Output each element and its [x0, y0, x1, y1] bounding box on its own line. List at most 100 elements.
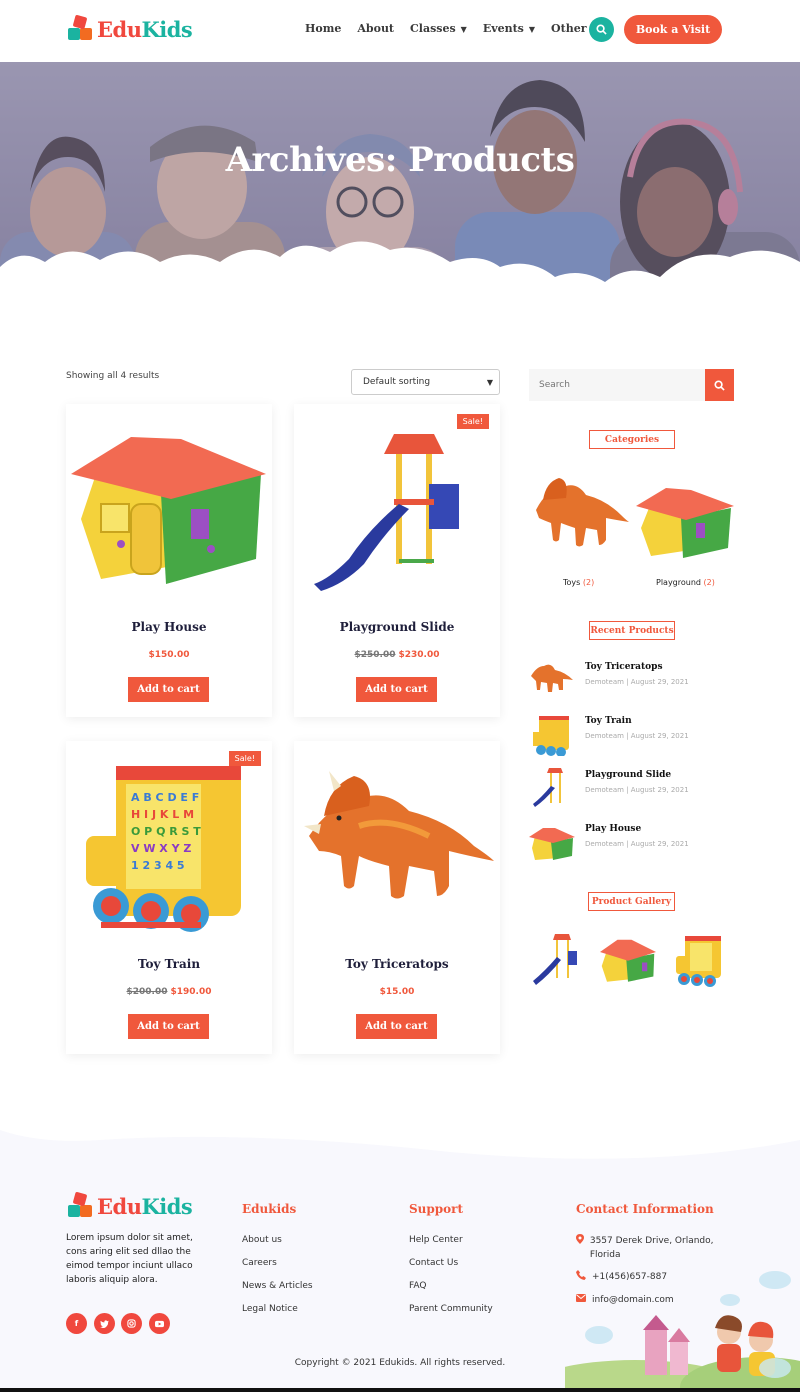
hero-kids-image [0, 62, 800, 320]
gallery-image-slide[interactable] [529, 931, 585, 987]
recent-thumb-train [533, 716, 569, 756]
site-logo[interactable]: EduKids [68, 14, 193, 42]
hero-banner: Archives: Products [0, 62, 800, 320]
svg-text:1 2 3 4 5: 1 2 3 4 5 [131, 859, 185, 872]
category-image-playground[interactable] [636, 478, 734, 558]
footer-col-support-title: Support [409, 1202, 464, 1216]
sidebar-search [529, 369, 734, 401]
facebook-icon[interactable]: f [66, 1313, 87, 1334]
product-card[interactable]: Sale! Playground Slide $250.00 $230.00 Ad… [294, 404, 500, 717]
footer-link-about-us[interactable]: About us [242, 1235, 282, 1245]
categories-title: Categories [589, 430, 675, 449]
recent-thumb-play-house [529, 828, 575, 860]
recent-product-item[interactable]: Playground Slide Demoteam | August 29, 2… [529, 766, 734, 810]
footer-link-faq[interactable]: FAQ [409, 1281, 426, 1291]
add-to-cart-button[interactable]: Add to cart [356, 677, 437, 702]
category-image-toys[interactable] [531, 470, 629, 566]
recent-product-meta: Demoteam | August 29, 2021 [585, 678, 689, 686]
recent-product-meta: Demoteam | August 29, 2021 [585, 786, 689, 794]
sale-badge: Sale! [456, 414, 489, 429]
logo-blocks-icon [68, 1191, 94, 1219]
product-image-playground-slide[interactable] [299, 409, 495, 605]
product-price: $250.00 $230.00 [354, 650, 440, 660]
product-image-play-house[interactable] [71, 409, 267, 605]
sort-select[interactable]: Default sorting ▼ [351, 369, 500, 395]
gallery-image-play-house[interactable] [600, 931, 656, 987]
search-submit-button[interactable] [705, 369, 734, 401]
footer-col-edukids-title: Edukids [242, 1202, 297, 1216]
product-price: $150.00 [148, 650, 190, 660]
product-card[interactable]: Play House $150.00 Add to cart [66, 404, 272, 717]
search-icon [596, 24, 607, 35]
location-pin-icon [576, 1234, 590, 1262]
product-name[interactable]: Toy Triceratops [294, 957, 500, 971]
footer-link-careers[interactable]: Careers [242, 1258, 277, 1268]
product-price: $15.00 [379, 987, 415, 997]
copyright-text: Copyright © 2021 Edukids. All rights res… [294, 1358, 506, 1368]
recent-product-title[interactable]: Play House [585, 824, 641, 834]
contact-phone[interactable]: +1(456)657-887 [576, 1270, 667, 1285]
recent-product-title[interactable]: Toy Triceratops [585, 662, 663, 672]
recent-thumb-slide [533, 768, 563, 807]
nav-home[interactable]: Home [305, 22, 341, 35]
product-image-toy-triceratops[interactable] [299, 746, 495, 942]
chevron-down-icon: ▼ [460, 23, 467, 34]
header-search-button[interactable] [589, 17, 614, 42]
recent-product-item[interactable]: Toy Train Demoteam | August 29, 2021 [529, 712, 734, 756]
recent-thumb-triceratops [531, 664, 573, 692]
add-to-cart-button[interactable]: Add to cart [128, 677, 209, 702]
twitter-icon[interactable] [94, 1313, 115, 1334]
add-to-cart-button[interactable]: Add to cart [128, 1014, 209, 1039]
contact-email[interactable]: info@domain.com [576, 1293, 674, 1307]
chevron-down-icon: ▼ [486, 377, 493, 387]
instagram-icon[interactable] [121, 1313, 142, 1334]
footer-link-parent-community[interactable]: Parent Community [409, 1304, 493, 1314]
nav-events[interactable]: Events ▼ [483, 22, 535, 35]
gallery-image-train[interactable] [670, 931, 726, 987]
footer-link-help-center[interactable]: Help Center [409, 1235, 463, 1245]
product-image-toy-train[interactable]: A B C D E F H I J K L M O P Q R S T V W … [71, 746, 267, 942]
product-name[interactable]: Playground Slide [294, 620, 500, 634]
contact-address: 3557 Derek Drive, Orlando, Florida [576, 1234, 726, 1262]
search-icon [714, 379, 725, 391]
recent-product-title[interactable]: Playground Slide [585, 770, 671, 780]
recent-product-meta: Demoteam | August 29, 2021 [585, 840, 689, 848]
recent-products-title: Recent Products [589, 621, 675, 640]
footer-col-contact-title: Contact Information [576, 1202, 714, 1216]
nav-about[interactable]: About [357, 22, 394, 35]
footer-logo[interactable]: EduKids [68, 1191, 193, 1219]
bottom-bar [0, 1388, 800, 1392]
main-nav: Home About Classes▼ Events▼ Other▼ [305, 22, 614, 35]
recent-product-title[interactable]: Toy Train [585, 716, 632, 726]
recent-product-meta: Demoteam | August 29, 2021 [585, 732, 689, 740]
product-card[interactable]: Toy Triceratops $15.00 Add to cart [294, 741, 500, 1054]
footer-link-legal[interactable]: Legal Notice [242, 1304, 298, 1314]
product-card[interactable]: A B C D E F H I J K L M O P Q R S T V W … [66, 741, 272, 1054]
nav-classes[interactable]: Classes ▼ [410, 22, 467, 35]
recent-product-item[interactable]: Toy Triceratops Demoteam | August 29, 20… [529, 658, 734, 702]
product-name[interactable]: Toy Train [66, 957, 272, 971]
svg-text:O P Q R S T: O P Q R S T [131, 825, 201, 838]
product-name[interactable]: Play House [66, 620, 272, 634]
footer-description: Lorem ipsum dolor sit amet, cons aring e… [66, 1233, 193, 1285]
phone-icon [576, 1270, 592, 1285]
footer-wave-shape [0, 1110, 800, 1159]
search-input[interactable] [529, 369, 705, 401]
sale-badge: Sale! [228, 751, 261, 766]
svg-text:A B C D E F: A B C D E F [131, 791, 199, 804]
footer-link-news[interactable]: News & Articles [242, 1281, 313, 1291]
chevron-down-icon: ▼ [528, 23, 536, 34]
youtube-icon[interactable] [149, 1313, 170, 1334]
svg-text:H I J K L M: H I J K L M [131, 808, 194, 821]
logo-text-edu: Edu [97, 16, 142, 42]
category-playground[interactable]: Playground (2) [656, 578, 715, 587]
recent-product-item[interactable]: Play House Demoteam | August 29, 2021 [529, 820, 734, 864]
book-a-visit-button[interactable]: Book a Visit [624, 15, 722, 44]
logo-text-kids: Kids [141, 16, 193, 42]
category-toys[interactable]: Toys (2) [563, 578, 594, 587]
cloud-icon [759, 1271, 791, 1289]
page-title: Archives: Products [225, 140, 575, 180]
add-to-cart-button[interactable]: Add to cart [356, 1014, 437, 1039]
site-header: EduKids Home About Classes ▼ Events ▼ Othe… [0, 0, 800, 62]
footer-link-contact-us[interactable]: Contact Us [409, 1258, 458, 1268]
